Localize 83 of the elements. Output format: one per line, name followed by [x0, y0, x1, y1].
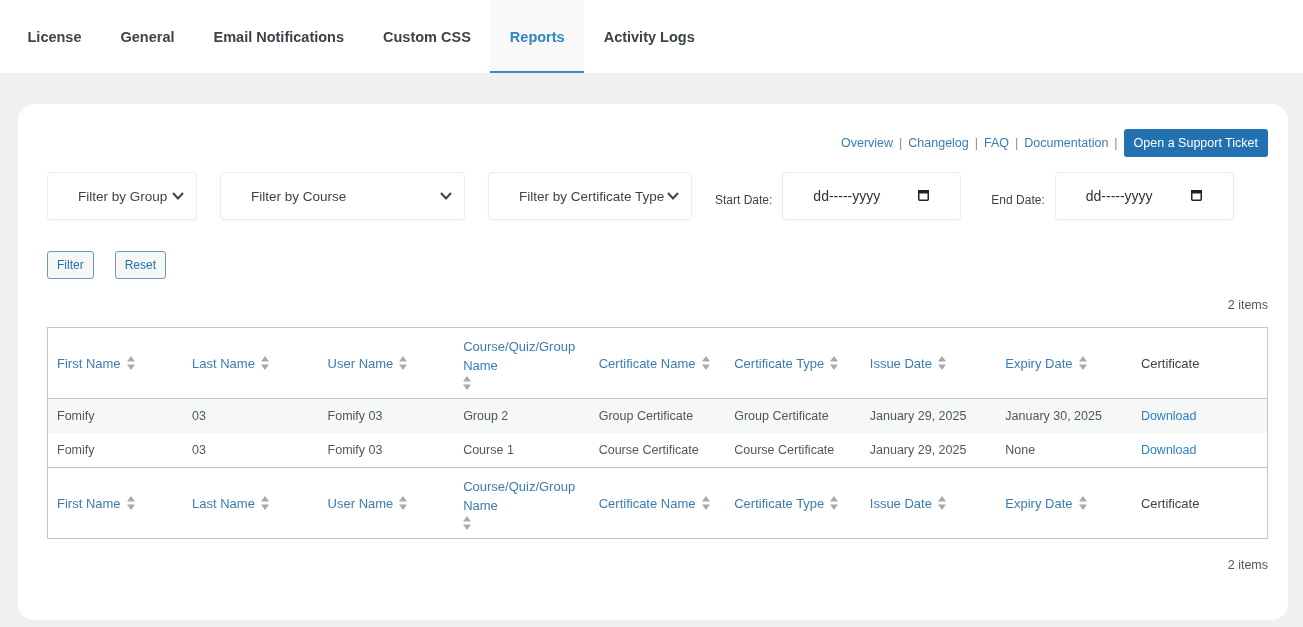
column-header[interactable]: User Name [327, 353, 408, 373]
date-label: Start Date: [715, 193, 773, 207]
sort-icon [937, 356, 946, 370]
item-count: 2 items [1227, 297, 1268, 313]
link-separator: | [974, 136, 978, 150]
calendar-icon[interactable] [1190, 190, 1202, 201]
tab[interactable]: Reports [490, 0, 585, 73]
tab[interactable]: Email Notifications [194, 0, 364, 73]
chevron-down-icon [667, 192, 679, 200]
column-header[interactable]: Issue Date [869, 493, 946, 513]
table-cell: Fomify [47, 433, 184, 468]
chevron-down-icon [172, 192, 184, 200]
download-link[interactable]: Download [1140, 409, 1197, 423]
table-cell: Group 2 [454, 398, 590, 433]
table-cell: Course Certificate [725, 433, 861, 468]
sort-icon [830, 356, 839, 370]
filter-select[interactable]: Filter by Course [220, 172, 465, 220]
chevron-down-icon [440, 192, 452, 200]
sort-icon [126, 496, 135, 510]
sort-icon [399, 496, 408, 510]
table-cell: January 30, 2025 [996, 398, 1132, 433]
column-header[interactable]: Certificate Type [734, 353, 839, 373]
date-label: End Date: [991, 193, 1045, 207]
sort-icon [701, 356, 710, 370]
sort-icon [126, 356, 135, 370]
sort-icon [937, 496, 946, 510]
help-link[interactable]: FAQ [984, 136, 1010, 150]
table-cell: Course 1 [454, 433, 590, 468]
item-count: 2 items [1227, 557, 1268, 573]
date-field[interactable]: dd-----yyyy [1054, 172, 1234, 220]
sort-icon [463, 375, 472, 390]
sort-icon [260, 496, 269, 510]
column-header: Certificate [1140, 494, 1200, 513]
sort-icon [830, 496, 839, 510]
sort-icon [260, 356, 269, 370]
tab[interactable]: Custom CSS [363, 0, 491, 73]
table-cell: Fomify 03 [318, 398, 455, 433]
support-ticket-button[interactable]: Open a Support Ticket [1123, 129, 1268, 157]
column-header[interactable]: Expiry Date [1005, 353, 1087, 373]
column-header: Certificate [1140, 354, 1200, 373]
column-header[interactable]: Last Name [192, 353, 269, 373]
column-header[interactable]: Certificate Name [598, 493, 710, 513]
column-header[interactable]: Course/Quiz/Group Name [463, 336, 582, 390]
column-header[interactable]: Certificate Name [598, 353, 710, 373]
calendar-icon[interactable] [918, 190, 930, 201]
tab[interactable]: General [101, 0, 194, 73]
column-header[interactable]: User Name [327, 493, 408, 513]
sort-icon [399, 356, 408, 370]
link-separator: | [1114, 136, 1118, 150]
sort-icon [1078, 356, 1087, 370]
table-cell: Course Certificate [589, 433, 726, 468]
tab[interactable]: Activity Logs [584, 0, 715, 73]
column-header[interactable]: Last Name [192, 493, 269, 513]
column-header[interactable]: Expiry Date [1005, 493, 1087, 513]
link-separator: | [899, 136, 903, 150]
table-cell: Group Certificate [725, 398, 861, 433]
download-link[interactable]: Download [1140, 443, 1197, 457]
column-header[interactable]: Issue Date [869, 353, 946, 373]
action-button[interactable]: Reset [114, 251, 167, 279]
table-cell: None [996, 433, 1132, 468]
filter-select[interactable]: Filter by Group [47, 172, 197, 220]
filter-select[interactable]: Filter by Certificate Type [488, 172, 692, 220]
column-header[interactable]: First Name [57, 493, 135, 513]
sort-icon [701, 496, 710, 510]
help-link[interactable]: Changelog [908, 136, 969, 150]
column-header[interactable]: Certificate Type [734, 493, 839, 513]
help-link[interactable]: Overview [840, 136, 894, 150]
tab[interactable]: License [8, 0, 101, 73]
table-cell: January 29, 2025 [860, 433, 997, 468]
sort-icon [463, 515, 472, 530]
table-cell: January 29, 2025 [860, 398, 997, 433]
table-cell: 03 [183, 433, 319, 468]
column-header[interactable]: First Name [57, 353, 135, 373]
sort-icon [1078, 496, 1087, 510]
column-header[interactable]: Course/Quiz/Group Name [463, 476, 582, 530]
link-separator: | [1015, 136, 1019, 150]
table-cell: 03 [183, 398, 319, 433]
table-cell: Fomify 03 [318, 433, 455, 468]
action-button[interactable]: Filter [47, 251, 94, 279]
date-field[interactable]: dd-----yyyy [782, 172, 962, 220]
table-cell: Fomify [47, 398, 184, 433]
table-cell: Group Certificate [589, 398, 726, 433]
help-link[interactable]: Documentation [1024, 136, 1109, 150]
